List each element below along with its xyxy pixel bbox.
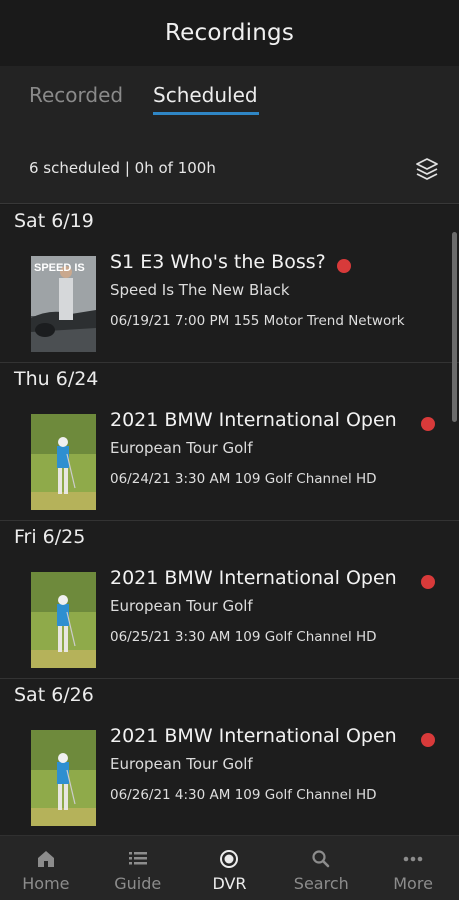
nav-guide[interactable]: Guide (92, 836, 184, 900)
recordings-list[interactable]: Sat 6/19 SPEED IS S1 E3 Who's the Boss? … (0, 205, 459, 835)
bottom-nav: Home Guide DVR Search More (0, 835, 459, 900)
program-meta: 06/19/21 7:00 PM 155 Motor Trend Network (110, 313, 405, 329)
program-thumbnail[interactable] (31, 572, 96, 668)
nav-label: Search (293, 874, 349, 893)
tab-bar: Recorded Scheduled (0, 66, 459, 132)
layers-icon[interactable] (414, 156, 440, 182)
date-group: Sat 6/26 2021 BMW International Open Eur… (0, 679, 459, 835)
scheduled-summary: 6 scheduled | 0h of 100h (29, 159, 216, 177)
nav-dvr[interactable]: DVR (184, 836, 276, 900)
date-header: Sat 6/19 (14, 210, 94, 232)
nav-search[interactable]: Search (275, 836, 367, 900)
program-title[interactable]: 2021 BMW International Open (110, 409, 420, 431)
tab-recorded[interactable]: Recorded (29, 83, 123, 107)
program-meta: 06/25/21 3:30 AM 109 Golf Channel HD (110, 629, 377, 645)
program-subtitle: European Tour Golf (110, 597, 253, 615)
search-icon (312, 850, 330, 868)
program-thumbnail[interactable]: SPEED IS (31, 256, 96, 352)
date-header: Sat 6/26 (14, 684, 94, 706)
scrollbar[interactable] (452, 232, 457, 422)
summary-bar: 6 scheduled | 0h of 100h (0, 132, 459, 204)
date-group: Sat 6/19 SPEED IS S1 E3 Who's the Boss? … (0, 205, 459, 363)
program-title[interactable]: 2021 BMW International Open (110, 567, 420, 589)
date-group: Thu 6/24 2021 BMW International Open Eur… (0, 363, 459, 521)
program-subtitle: European Tour Golf (110, 439, 253, 457)
nav-label: More (393, 874, 433, 893)
program-title[interactable]: 2021 BMW International Open (110, 725, 420, 747)
program-title[interactable]: S1 E3 Who's the Boss? (110, 251, 420, 273)
guide-icon (128, 852, 147, 865)
program-meta: 06/26/21 4:30 AM 109 Golf Channel HD (110, 787, 377, 803)
page-title: Recordings (164, 20, 295, 46)
program-meta: 06/24/21 3:30 AM 109 Golf Channel HD (110, 471, 377, 487)
thumbnail-logo-text: SPEED IS (34, 262, 85, 274)
nav-home[interactable]: Home (0, 836, 92, 900)
active-tab-indicator (153, 112, 259, 115)
recording-indicator-icon (421, 575, 435, 589)
recording-indicator-icon (421, 417, 435, 431)
nav-label: Home (22, 874, 70, 893)
nav-label: DVR (212, 874, 247, 893)
program-thumbnail[interactable] (31, 730, 96, 826)
program-subtitle: European Tour Golf (110, 755, 253, 773)
date-group: Fri 6/25 2021 BMW International Open Eur… (0, 521, 459, 679)
tab-scheduled[interactable]: Scheduled (153, 83, 258, 107)
more-icon (403, 856, 423, 862)
recording-indicator-icon (421, 733, 435, 747)
date-header: Thu 6/24 (14, 368, 99, 390)
app-header: Recordings (0, 0, 459, 66)
program-subtitle: Speed Is The New Black (110, 281, 290, 299)
date-header: Fri 6/25 (14, 526, 86, 548)
program-thumbnail[interactable] (31, 414, 96, 510)
recording-indicator-icon (337, 259, 351, 273)
dvr-icon (220, 850, 239, 868)
nav-label: Guide (114, 874, 162, 893)
nav-more[interactable]: More (367, 836, 459, 900)
home-icon (37, 851, 54, 867)
